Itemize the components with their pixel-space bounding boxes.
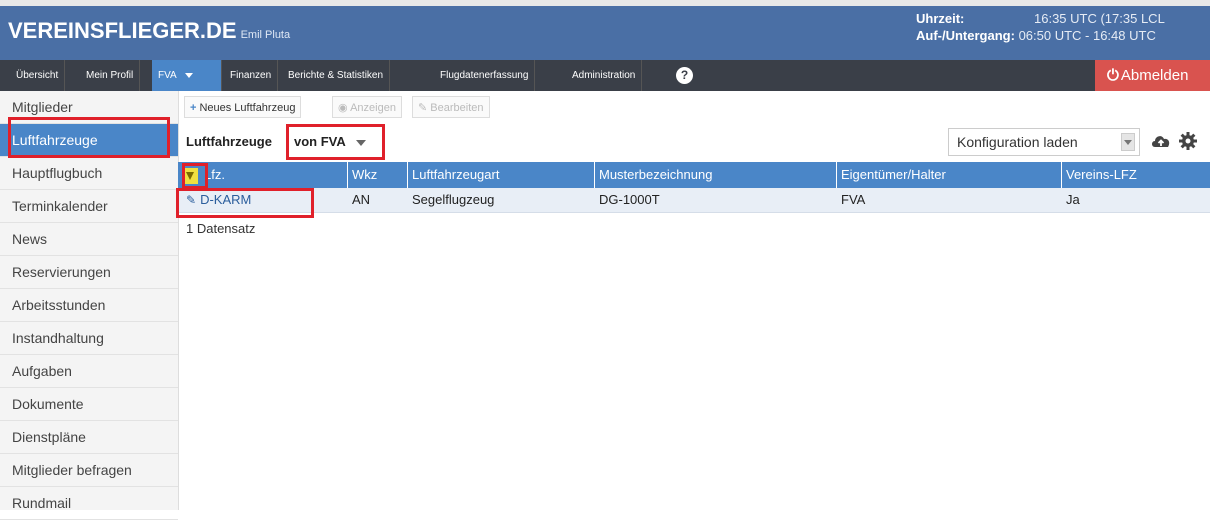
column-header-eigentuemer[interactable]: Eigentümer/Halter bbox=[837, 162, 1062, 188]
sidebar-item-news[interactable]: News bbox=[0, 223, 178, 256]
sunrise-sunset-label: Auf-/Untergang: bbox=[916, 28, 1015, 43]
nav-uebersicht[interactable]: Übersicht bbox=[10, 60, 66, 91]
sidebar-item-instandhaltung[interactable]: Instandhaltung bbox=[0, 322, 178, 355]
column-header-luftfahrzeugart[interactable]: Luftfahrzeugart bbox=[408, 162, 595, 188]
new-aircraft-button[interactable]: + Neues Luftfahrzeug bbox=[184, 96, 302, 118]
cell-vereins-lfz: Ja bbox=[1066, 192, 1080, 207]
plus-icon: + bbox=[190, 102, 197, 114]
nav-fva-label: FVA bbox=[158, 70, 177, 81]
pencil-icon: ✎ bbox=[418, 102, 431, 114]
config-load-select[interactable]: Konfiguration laden bbox=[948, 128, 1140, 156]
cloud-upload-icon[interactable] bbox=[1150, 131, 1172, 151]
nav-flugdatenerfassung[interactable]: Flugdatenerfassung bbox=[434, 60, 536, 91]
gear-icon[interactable] bbox=[1178, 131, 1198, 151]
owner-filter-value: von FVA bbox=[294, 134, 346, 149]
table-row[interactable]: ✎ D-KARM AN Segelflugzeug DG-1000T FVA Ja bbox=[178, 188, 1210, 213]
edit-label: Bearbeiten bbox=[430, 102, 484, 114]
sidebar-item-rundmail[interactable]: Rundmail bbox=[0, 487, 178, 520]
cell-lfz[interactable]: ✎ D-KARM bbox=[182, 188, 348, 212]
brand-name: VEREINSFLIEGER.DE bbox=[8, 18, 237, 43]
chevron-down-icon bbox=[1121, 133, 1135, 151]
column-header-musterbezeichnung[interactable]: Musterbezeichnung bbox=[595, 162, 837, 188]
logout-button[interactable]: ⏻ Abmelden bbox=[1095, 60, 1210, 91]
nav-mein-profil[interactable]: Mein Profil bbox=[80, 60, 141, 91]
cell-wkz: AN bbox=[352, 192, 371, 207]
sunrise-sunset-value: 06:50 UTC - 16:48 UTC bbox=[1018, 28, 1156, 43]
cell-eigentuemer: FVA bbox=[841, 192, 866, 207]
nav-finanzen[interactable]: Finanzen bbox=[224, 60, 279, 91]
sidebar-item-luftfahrzeuge[interactable]: Luftfahrzeuge bbox=[0, 124, 178, 157]
edit-button[interactable]: ✎ Bearbeiten bbox=[412, 96, 490, 118]
question-circle-icon[interactable]: ? bbox=[676, 67, 693, 84]
new-aircraft-label: Neues Luftfahrzeug bbox=[199, 102, 296, 114]
aircraft-link[interactable]: D-KARM bbox=[200, 192, 251, 207]
power-icon: ⏻ bbox=[1107, 67, 1119, 84]
column-header-vereins-lfz[interactable]: Vereins-LFZ bbox=[1062, 162, 1210, 188]
sidebar-item-dienstplaene[interactable]: Dienstpläne bbox=[0, 421, 178, 454]
time-value: 16:35 UTC (17:35 LCL bbox=[1034, 11, 1165, 26]
owner-filter-select[interactable]: von FVA bbox=[288, 126, 384, 157]
config-load-label: Konfiguration laden bbox=[957, 134, 1078, 150]
chevron-down-icon bbox=[355, 139, 366, 146]
cell-luftfahrzeugart: Segelflugzeug bbox=[412, 192, 495, 207]
sidebar-item-dokumente[interactable]: Dokumente bbox=[0, 388, 178, 421]
column-header-wkz[interactable]: Wkz bbox=[348, 162, 408, 188]
time-label: Uhrzeit: bbox=[916, 11, 965, 26]
logout-label: Abmelden bbox=[1120, 67, 1189, 84]
nav-berichte-statistiken[interactable]: Berichte & Statistiken bbox=[282, 60, 391, 91]
sidebar-item-arbeitsstunden[interactable]: Arbeitsstunden bbox=[0, 289, 178, 322]
top-header: VEREINSFLIEGER.DE Emil Pluta Uhrzeit: 16:3… bbox=[0, 0, 1210, 60]
filter-icon[interactable] bbox=[182, 167, 198, 184]
brand-logo[interactable]: VEREINSFLIEGER.DE Emil Pluta bbox=[8, 18, 290, 44]
main-navbar: Übersicht Mein Profil FVA Finanzen Beric… bbox=[0, 60, 1210, 91]
sidebar-item-reservierungen[interactable]: Reservierungen bbox=[0, 256, 178, 289]
toolbar: + Neues Luftfahrzeug ◉ Anzeigen ✎ Bearbei… bbox=[178, 91, 1210, 123]
pencil-icon[interactable]: ✎ bbox=[186, 193, 196, 207]
sidebar-item-mitglieder-befragen[interactable]: Mitglieder befragen bbox=[0, 454, 178, 487]
show-button[interactable]: ◉ Anzeigen bbox=[332, 96, 402, 118]
sidebar-item-mitglieder[interactable]: Mitglieder bbox=[0, 91, 178, 124]
column-lfz-label: Lfz. bbox=[204, 167, 225, 182]
chevron-down-icon bbox=[184, 72, 193, 78]
sidebar: Mitglieder Luftfahrzeuge Hauptflugbuch T… bbox=[0, 91, 179, 520]
list-title: Luftfahrzeuge bbox=[186, 134, 272, 149]
eye-icon: ◉ bbox=[338, 102, 351, 114]
sidebar-item-hauptflugbuch[interactable]: Hauptflugbuch bbox=[0, 157, 178, 190]
record-count: 1 Datensatz bbox=[186, 221, 256, 236]
time-info: Uhrzeit: 16:35 UTC (17:35 LCL Auf-/Unterg… bbox=[916, 10, 1165, 44]
table-header: Lfz. Wkz Luftfahrzeugart Musterbezeichnu… bbox=[178, 162, 1210, 188]
sidebar-item-terminkalender[interactable]: Terminkalender bbox=[0, 190, 178, 223]
nav-fva[interactable]: FVA bbox=[152, 60, 222, 91]
nav-administration[interactable]: Administration bbox=[566, 60, 643, 91]
column-header-lfz[interactable]: Lfz. bbox=[178, 162, 348, 188]
sidebar-item-aufgaben[interactable]: Aufgaben bbox=[0, 355, 178, 388]
cell-musterbezeichnung: DG-1000T bbox=[599, 192, 660, 207]
show-label: Anzeigen bbox=[350, 102, 396, 114]
current-user: Emil Pluta bbox=[240, 29, 291, 41]
